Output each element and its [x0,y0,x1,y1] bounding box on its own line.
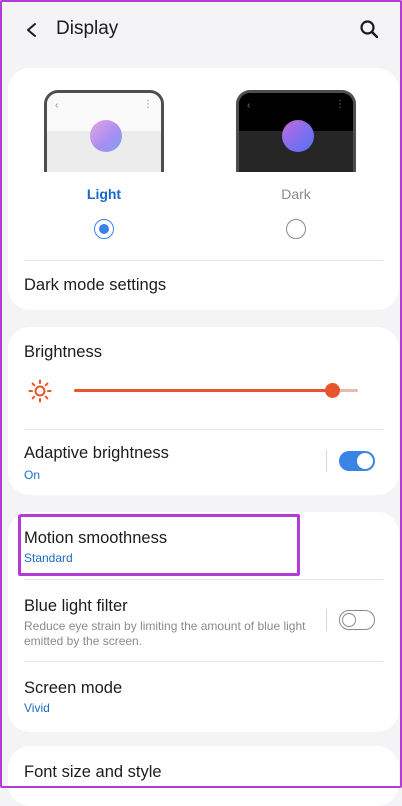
preview-more-icon: ⋮ [335,99,345,110]
display-options-card: Motion smoothness Standard Blue light fi… [8,512,399,732]
search-button[interactable] [354,14,384,44]
page-title: Display [56,18,119,39]
slider-thumb[interactable] [325,383,341,398]
brightness-slider[interactable] [74,383,358,398]
screen-mode-value: Vivid [24,701,50,715]
adaptive-brightness-status: On [24,468,41,482]
separator [326,450,327,472]
brightness-label: Brightness [24,343,102,361]
motion-smoothness-label: Motion smoothness [24,529,168,547]
preview-circle-icon [90,120,122,152]
screen-mode-label: Screen mode [24,679,123,697]
light-label: Light [86,186,122,202]
sun-icon [28,379,52,403]
app-header: Display [0,0,402,58]
dark-theme-option[interactable]: ‹ ⋮ Dark [236,90,356,239]
dark-preview: ‹ ⋮ [236,90,356,172]
blue-light-filter-row[interactable]: Blue light filter Reduce eye strain by l… [8,580,399,661]
blue-light-filter-toggle[interactable] [339,610,375,630]
blue-light-filter-description: Reduce eye strain by limiting the amount… [24,619,306,648]
preview-circle-icon [282,120,314,152]
screen-mode-row[interactable]: Screen mode Vivid [8,662,399,732]
light-radio[interactable] [94,219,114,239]
font-size-row[interactable]: Font size and style [8,746,399,806]
theme-card: ‹ ⋮ Light ‹ ⋮ Dark Dark mode settings [8,68,399,310]
adaptive-brightness-label: Adaptive brightness [24,444,169,462]
preview-back-icon: ‹ [247,100,251,111]
dark-mode-settings-label: Dark mode settings [24,276,167,294]
back-arrow-icon [27,23,36,37]
light-preview: ‹ ⋮ [44,90,164,172]
dark-label: Dark [281,186,311,202]
slider-fill [74,389,333,392]
adaptive-brightness-toggle[interactable] [339,451,375,471]
font-card: Font size and style [8,746,399,806]
dark-mode-settings-row[interactable]: Dark mode settings [8,261,399,310]
font-size-label: Font size and style [24,763,162,781]
blue-light-filter-label: Blue light filter [24,597,128,615]
preview-more-icon: ⋮ [143,99,153,110]
search-icon [360,20,379,39]
motion-smoothness-value: Standard [24,551,73,565]
brightness-card: Brightness Adaptive brightness On [8,327,399,495]
back-button[interactable] [18,16,46,44]
adaptive-brightness-row[interactable]: Adaptive brightness On [8,430,399,495]
light-theme-option[interactable]: ‹ ⋮ Light [44,90,164,239]
dark-radio[interactable] [286,219,306,239]
preview-back-icon: ‹ [55,100,59,111]
separator [326,609,327,631]
motion-smoothness-row[interactable]: Motion smoothness Standard [8,512,399,579]
